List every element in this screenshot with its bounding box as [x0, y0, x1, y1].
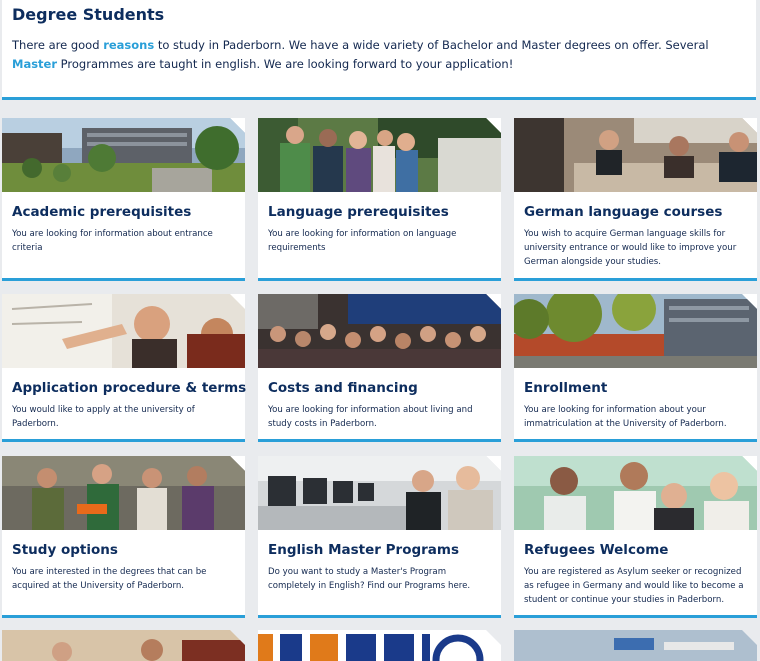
smiling-students-photo: [514, 456, 757, 530]
card-title: English Master Programs: [268, 542, 460, 558]
master-link[interactable]: Master: [12, 57, 57, 71]
card-title: Costs and financing: [268, 380, 418, 396]
card-text: You would like to apply at the universit…: [12, 405, 195, 429]
students-crowd-photo: [258, 294, 501, 368]
card-text: You are interested in the degrees that c…: [12, 567, 207, 591]
partial-photo-left: [2, 630, 245, 661]
campus-trees-photo: [514, 294, 757, 368]
card-title: Language prerequisites: [268, 204, 449, 220]
card-academic-prerequisites[interactable]: Academic prerequisites You are looking f…: [2, 118, 245, 281]
campus-buildings-photo: [2, 118, 245, 192]
partial-logo-middle: [258, 630, 501, 661]
card-title: Enrollment: [524, 380, 608, 396]
card-title: Refugees Welcome: [524, 542, 669, 558]
card-title: German language courses: [524, 204, 723, 220]
card-text: Do you want to study a Master's Program …: [268, 567, 471, 591]
card-title: Study options: [12, 542, 118, 558]
card-enrollment[interactable]: Enrollment You are looking for informati…: [514, 294, 757, 442]
card-text: You wish to acquire German language skil…: [524, 229, 737, 267]
card-title: Academic prerequisites: [12, 204, 192, 220]
card-text: You are registered as Asylum seeker or r…: [524, 567, 744, 605]
card-title: Application procedure & terms: [12, 380, 247, 396]
classroom-photo: [514, 118, 757, 192]
card-german-language-courses[interactable]: German language courses You wish to acqu…: [514, 118, 757, 281]
card-refugees-welcome[interactable]: Refugees Welcome You are registered as A…: [514, 456, 757, 618]
card-costs-financing[interactable]: Costs and financing You are looking for …: [258, 294, 501, 442]
card-text: You are looking for information about li…: [268, 405, 473, 429]
students-group-photo: [258, 118, 501, 192]
computer-lab-photo: [258, 456, 501, 530]
card-text: You are looking for information about yo…: [524, 405, 727, 429]
card-study-options[interactable]: Study options You are interested in the …: [2, 456, 245, 618]
card-english-master-programs[interactable]: English Master Programs Do you want to s…: [258, 456, 501, 618]
page-title: Degree Students: [12, 5, 165, 24]
card-application-procedure[interactable]: Application procedure & terms You would …: [2, 294, 247, 442]
card-language-prerequisites[interactable]: Language prerequisites You are looking f…: [258, 118, 501, 281]
reasons-link[interactable]: reasons: [103, 38, 154, 52]
card-partial-middle[interactable]: [258, 630, 501, 661]
partial-photo-right: [514, 630, 757, 661]
students-outdoors-photo: [2, 456, 245, 530]
card-text: You are looking for information on langu…: [268, 229, 457, 253]
card-text: You are looking for information about en…: [12, 229, 213, 253]
card-partial-left[interactable]: [2, 630, 245, 661]
intro-text: There are good reasons to study in Pader…: [12, 38, 709, 71]
students-whiteboard-photo: [2, 294, 245, 368]
intro-section: Degree Students There are good reasons t…: [2, 0, 756, 100]
card-partial-right[interactable]: [514, 630, 757, 661]
